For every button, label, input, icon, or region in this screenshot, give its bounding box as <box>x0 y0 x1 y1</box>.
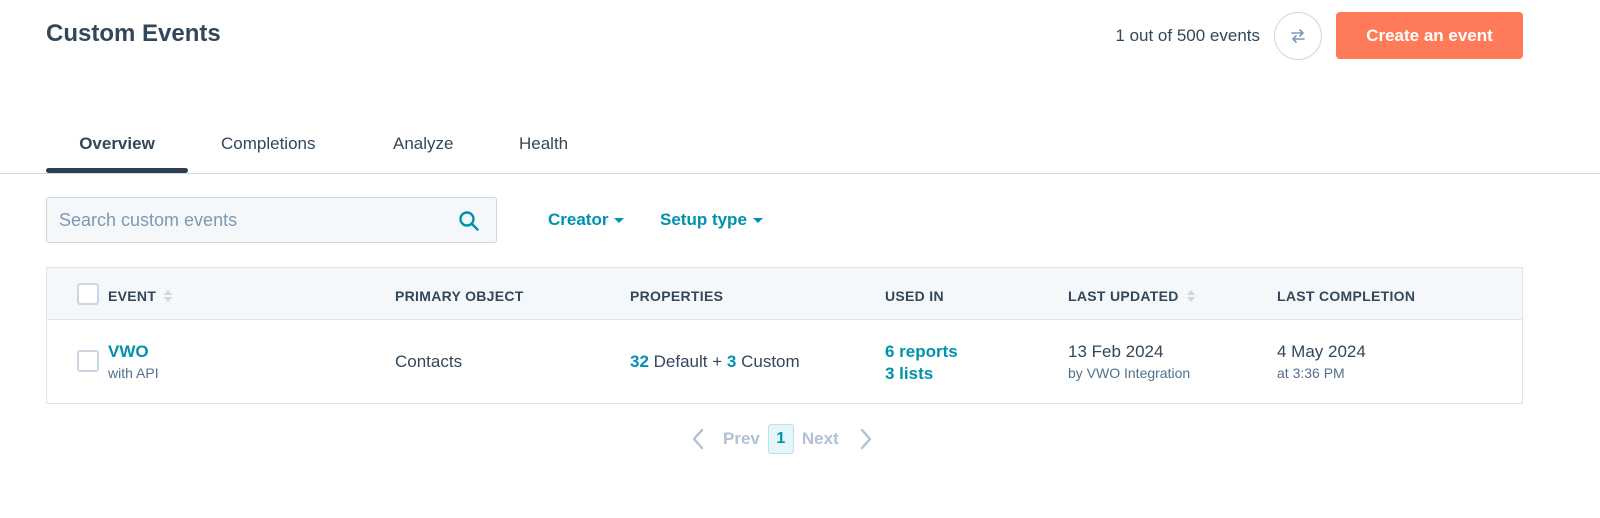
column-header-primary-object: PRIMARY OBJECT <box>395 288 524 304</box>
chevron-right-icon <box>860 428 871 450</box>
tab-analyze[interactable]: Analyze <box>393 134 453 154</box>
creator-filter-label: Creator <box>548 210 609 229</box>
column-header-last-completion: LAST COMPLETION <box>1277 288 1416 304</box>
last-updated-date: 13 Feb 2024 <box>1068 342 1164 361</box>
prev-page-button[interactable]: Prev <box>723 429 760 449</box>
event-name-link[interactable]: VWO <box>108 342 159 362</box>
used-in-reports-link[interactable]: 6 reports <box>885 342 958 362</box>
chevron-down-icon <box>614 218 625 223</box>
last-updated-by: by VWO Integration <box>1068 365 1191 381</box>
tab-overview[interactable]: Overview <box>46 134 188 154</box>
primary-object: Contacts <box>395 352 463 371</box>
select-all-checkbox[interactable] <box>77 283 99 305</box>
page-title: Custom Events <box>46 20 221 47</box>
column-header-properties: PROPERTIES <box>630 288 724 304</box>
search-box <box>46 197 497 243</box>
default-properties-link[interactable]: 32 <box>630 352 649 371</box>
current-page-number[interactable]: 1 <box>767 424 794 454</box>
events-table: EVENT PRIMARY OBJECT PROPERTIES USED IN … <box>46 267 1523 404</box>
properties-summary: 32 Default + 3 Custom <box>630 352 800 371</box>
table-header: EVENT PRIMARY OBJECT PROPERTIES USED IN … <box>47 268 1522 320</box>
event-subtitle: with API <box>108 365 159 381</box>
pagination: Prev 1 Next <box>688 424 876 454</box>
search-icon[interactable] <box>458 210 480 232</box>
active-tab-indicator <box>46 168 188 173</box>
search-input[interactable] <box>47 198 447 242</box>
chevron-down-icon <box>752 218 763 223</box>
sort-icon[interactable] <box>1186 290 1195 302</box>
last-completion-date: 4 May 2024 <box>1277 342 1366 361</box>
table-row: VWO with API Contacts 32 Default + 3 Cus… <box>47 320 1522 404</box>
tab-completions[interactable]: Completions <box>221 134 316 154</box>
swap-arrows-icon <box>1291 29 1305 43</box>
setup-type-filter-label: Setup type <box>660 210 747 229</box>
custom-properties-link[interactable]: 3 <box>727 352 736 371</box>
setup-type-filter[interactable]: Setup type <box>660 210 763 230</box>
used-in-lists-link[interactable]: 3 lists <box>885 364 958 384</box>
sort-icon[interactable] <box>164 290 173 302</box>
tab-health[interactable]: Health <box>519 134 568 154</box>
chevron-left-icon <box>692 428 704 450</box>
row-checkbox[interactable] <box>77 350 99 372</box>
tab-bar: Overview Completions Analyze Health <box>0 118 1600 174</box>
last-completion-time: at 3:36 PM <box>1277 365 1345 381</box>
column-header-used-in: USED IN <box>885 288 944 304</box>
next-page-arrow[interactable] <box>856 424 876 454</box>
event-count: 1 out of 500 events <box>1115 26 1260 45</box>
next-page-button[interactable]: Next <box>802 429 839 449</box>
prev-page-arrow[interactable] <box>688 424 708 454</box>
column-header-event[interactable]: EVENT <box>108 288 173 304</box>
column-header-last-updated[interactable]: LAST UPDATED <box>1068 288 1195 304</box>
creator-filter[interactable]: Creator <box>548 210 625 230</box>
swap-button[interactable] <box>1274 12 1322 60</box>
create-event-button[interactable]: Create an event <box>1336 12 1523 59</box>
